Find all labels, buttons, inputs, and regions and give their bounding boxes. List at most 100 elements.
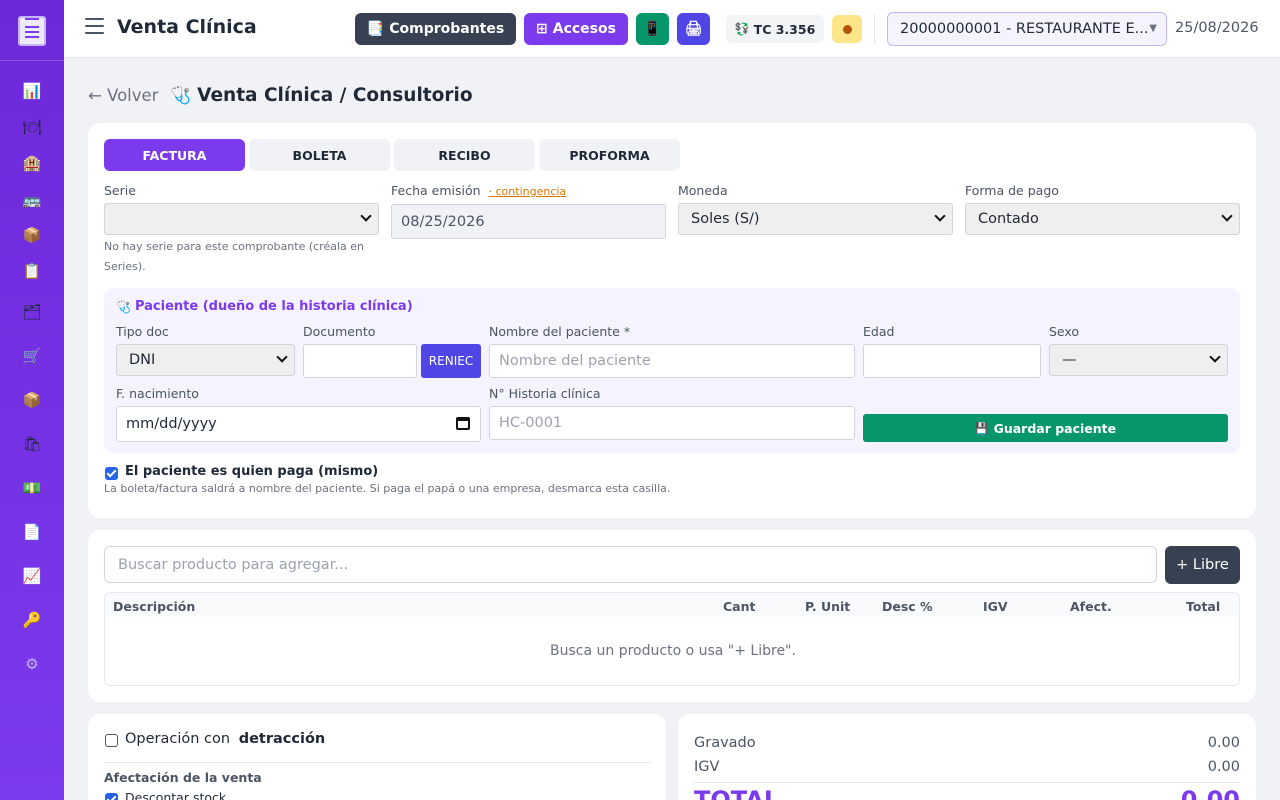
contingencia-link[interactable]: · contingencia (489, 185, 567, 198)
products-table: Descripción Cant P. Unit Desc % IGV Afec… (104, 592, 1240, 686)
nacimiento-label: F. nacimiento (116, 386, 199, 401)
detraccion-checkbox[interactable] (105, 734, 118, 747)
col-cant: Cant (723, 599, 756, 614)
package-icon[interactable]: 📦 (20, 224, 44, 246)
accesos-label: Accesos (552, 21, 616, 37)
grid-icon: ⊞ (536, 21, 548, 37)
status-indicator[interactable] (832, 15, 862, 43)
chevron-down-icon (934, 210, 946, 222)
print-button[interactable]: 🖨 (677, 13, 710, 45)
product-search-input[interactable]: Buscar producto para agregar... (104, 546, 1157, 583)
sexo-select[interactable]: — (1049, 344, 1228, 376)
comprobantes-button[interactable]: 📑 Comprobantes (355, 13, 516, 45)
libre-button[interactable]: + Libre (1165, 546, 1240, 584)
key-icon[interactable]: 🔑 (20, 609, 44, 631)
comprobantes-label: Comprobantes (389, 21, 505, 37)
chevron-down-icon (1209, 351, 1221, 363)
empty-state-text: Busca un producto o usa "+ Libre". (550, 643, 796, 659)
save-icon: 💾 (974, 421, 989, 435)
receipt-icon: 📑 (366, 21, 385, 37)
tipo-doc-select[interactable]: DNI (116, 344, 295, 376)
chevron-down-icon (360, 210, 372, 222)
table-header: Descripción Cant P. Unit Desc % IGV Afec… (105, 593, 1239, 617)
igv-value: 0.00 (1207, 759, 1240, 775)
page-title: 🩺 Venta Clínica / Consultorio (170, 85, 473, 106)
edad-label: Edad (863, 324, 895, 339)
documento-label: Documento (303, 324, 376, 339)
mobile-button[interactable]: 📱 (636, 13, 669, 45)
options-divider (104, 762, 650, 763)
fecha-label: Fecha emisión · contingencia (391, 183, 566, 198)
edad-input[interactable] (863, 344, 1041, 378)
receipt-icon[interactable] (18, 16, 46, 46)
line-chart-icon[interactable]: 📈 (20, 565, 44, 587)
moneda-select[interactable]: Soles (S/) (678, 203, 953, 235)
current-date: 25/08/2026 (1175, 20, 1259, 36)
gravado-label: Gravado (694, 735, 756, 751)
serie-select[interactable] (104, 203, 379, 235)
guardar-paciente-label: Guardar paciente (993, 420, 1117, 436)
company-select[interactable]: 20000000001 - RESTAURANTE E... ▼ (887, 12, 1167, 46)
document-card: FACTURA BOLETA RECIBO PROFORMA Serie No … (88, 123, 1256, 518)
gravado-value: 0.00 (1207, 735, 1240, 751)
forma-pago-select[interactable]: Contado (965, 203, 1240, 235)
col-punit: P. Unit (805, 599, 851, 614)
tab-recibo[interactable]: RECIBO (394, 139, 535, 171)
documento-input[interactable] (303, 344, 417, 378)
tab-proforma[interactable]: PROFORMA (539, 139, 680, 171)
stethoscope-icon: 🩺 (170, 85, 192, 106)
calendar-icon[interactable] (456, 417, 470, 430)
topbar-divider (874, 14, 875, 44)
sexo-label: Sexo (1049, 324, 1080, 339)
same-payer-checkbox[interactable] (105, 467, 118, 480)
nombre-paciente-input[interactable]: Nombre del paciente (489, 344, 855, 378)
descontar-stock-label: Descontar stock (125, 790, 227, 800)
reniec-button[interactable]: RENIEC (421, 344, 481, 378)
igv-label: IGV (694, 759, 720, 775)
cart-icon[interactable]: 🛒 (20, 345, 44, 367)
patient-section: 🩺 Paciente (dueño de la historia clínica… (104, 288, 1240, 453)
document-icon[interactable]: 📄 (20, 521, 44, 543)
serie-help-line-1: No hay serie para este comprobante (créa… (104, 240, 364, 253)
nacimiento-input[interactable]: mm/dd/yyyy (116, 406, 481, 442)
topbar: Venta Clínica 📑 Comprobantes ⊞ Accesos 📱… (64, 0, 1280, 58)
serie-label: Serie (104, 183, 136, 198)
bar-chart-icon[interactable]: 📊 (20, 80, 44, 102)
bus-icon[interactable]: 🚌 (20, 189, 44, 211)
same-payer-help: La boleta/factura saldrá a nombre del pa… (104, 482, 671, 495)
total-value: 0.00 (1180, 786, 1240, 800)
sidebar-divider (0, 60, 64, 61)
sexo-value: — (1062, 352, 1077, 368)
forma-pago-value: Contado (978, 211, 1039, 227)
fecha-emision-input[interactable]: 08/25/2026 (391, 204, 666, 239)
back-link[interactable]: ← Volver (88, 86, 158, 105)
products-card: Buscar producto para agregar... + Libre … (88, 530, 1256, 702)
hotel-icon[interactable]: 🏨 (20, 152, 44, 174)
historia-label: N° Historia clínica (489, 386, 601, 401)
box-icon[interactable]: 📦 (20, 389, 44, 411)
folder-icon[interactable]: 🗂 (20, 301, 44, 323)
stethoscope-icon: 🩺 (116, 299, 131, 314)
accesos-button[interactable]: ⊞ Accesos (524, 13, 628, 45)
col-igv: IGV (983, 599, 1008, 614)
restaurant-icon[interactable]: 🍽 (20, 116, 44, 138)
mobile-phone-icon: 📱 (643, 21, 662, 37)
hamburger-menu-icon[interactable] (85, 18, 105, 38)
clipboard-icon[interactable]: 📋 (20, 260, 44, 282)
same-payer-label: El paciente es quien paga (mismo) (125, 464, 379, 479)
tab-factura[interactable]: FACTURA (104, 139, 245, 171)
guardar-paciente-button[interactable]: 💾 Guardar paciente (863, 414, 1228, 442)
printer-icon: 🖨 (684, 21, 703, 37)
money-icon[interactable]: 💵 (20, 477, 44, 499)
status-dot-icon (842, 24, 852, 34)
options-card: Operación con detracción Afectación de l… (88, 714, 666, 800)
descontar-stock-checkbox[interactable] (105, 793, 118, 800)
sidebar: 📊 🍽 🏨 🚌 📦 📋 🗂 🛒 📦 🛍 💵 📄 📈 🔑 ⚙ (0, 0, 64, 800)
gear-icon[interactable]: ⚙ (20, 653, 44, 675)
page-title-text: Venta Clínica / Consultorio (197, 85, 473, 106)
tab-boleta[interactable]: BOLETA (249, 139, 390, 171)
serie-help: No hay serie para este comprobante (créa… (104, 237, 364, 277)
total-label: TOTAL (694, 786, 780, 800)
historia-clinica-input[interactable]: HC-0001 (489, 406, 855, 440)
shopping-bags-icon[interactable]: 🛍 (20, 433, 44, 455)
